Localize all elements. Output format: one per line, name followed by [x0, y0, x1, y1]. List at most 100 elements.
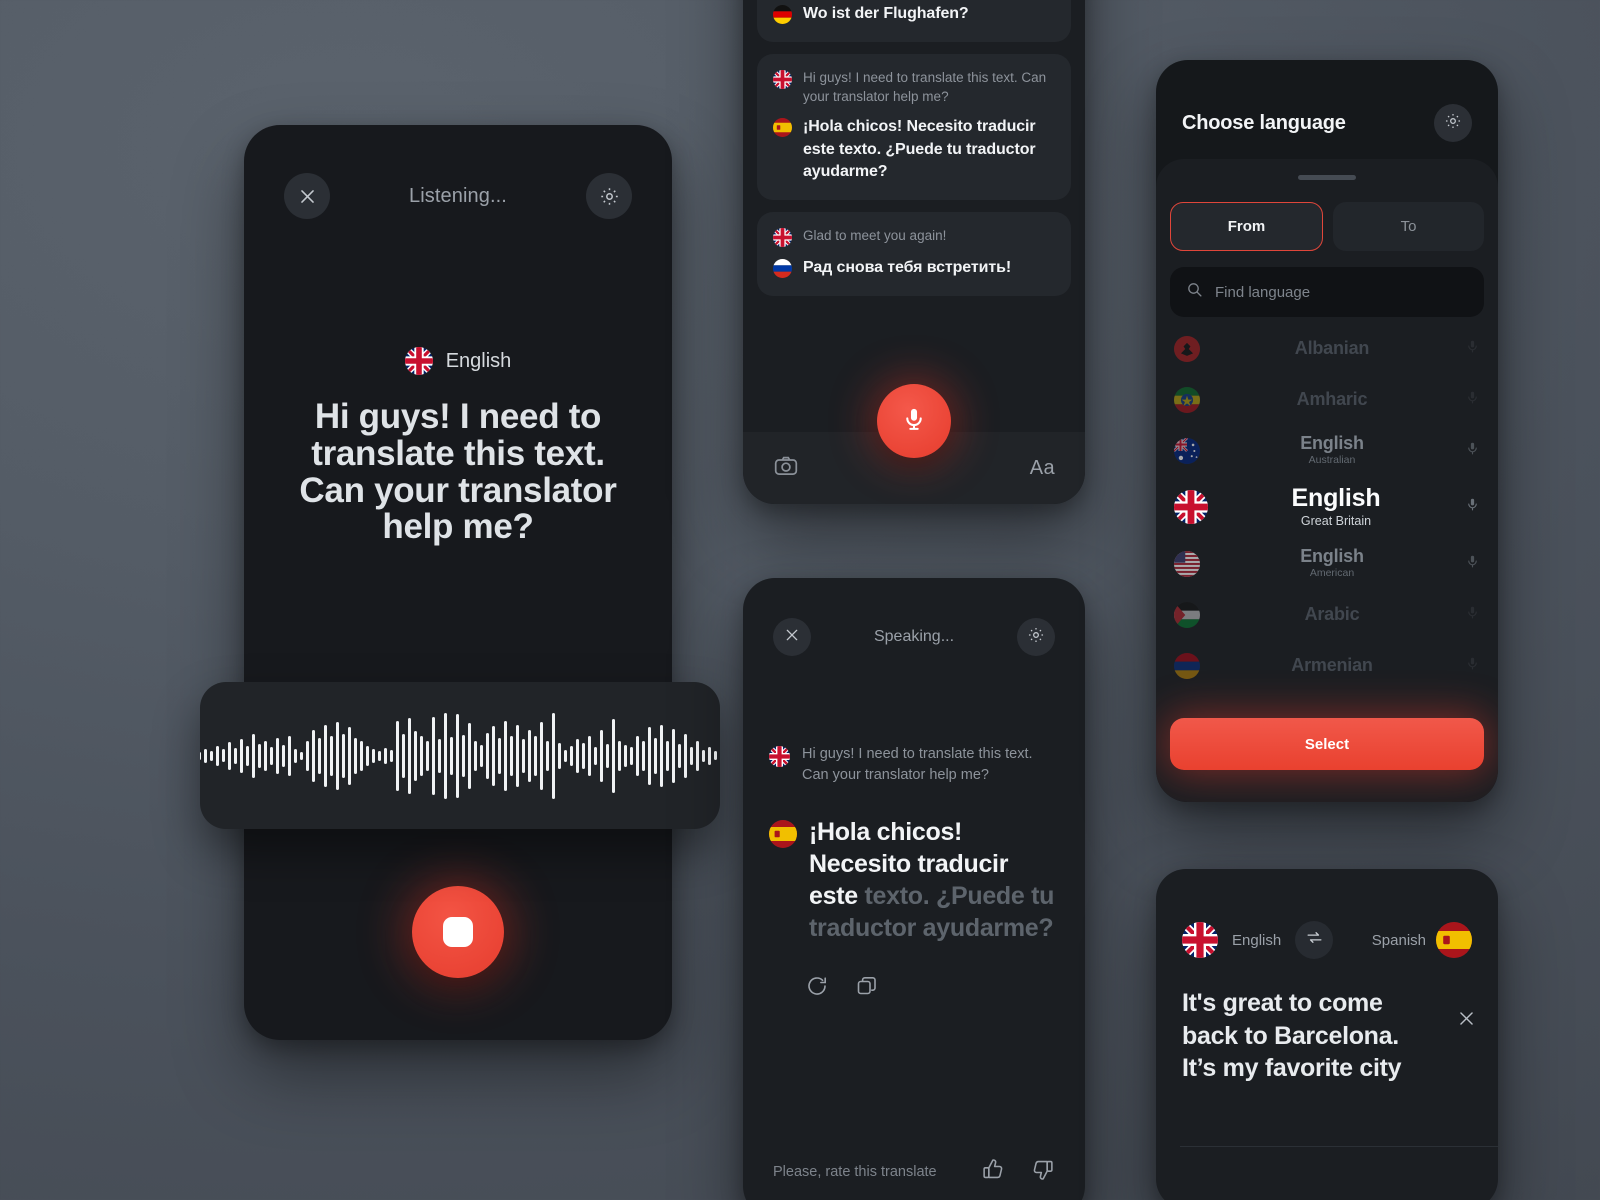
close-button[interactable] — [773, 618, 811, 656]
settings-button[interactable] — [586, 173, 632, 219]
language-name: English — [1300, 545, 1364, 566]
language-list-item[interactable]: English American — [1156, 538, 1498, 589]
waveform-bar — [527, 729, 531, 782]
waveform-bar — [269, 746, 273, 765]
waveform-bar — [491, 725, 495, 786]
waveform-bar — [443, 712, 447, 799]
rate-label: Please, rate this translate — [773, 1164, 937, 1180]
language-variant: Australian — [1308, 453, 1356, 466]
waveform-bar — [419, 735, 423, 776]
waveform-bar — [497, 737, 501, 774]
close-button[interactable] — [284, 173, 330, 219]
language-list[interactable]: Albanian Amharic English Australian English G… — [1156, 323, 1498, 691]
waveform-bar — [341, 733, 345, 778]
language-mic-slot[interactable] — [1464, 554, 1480, 574]
language-list-item[interactable]: English Great Britain — [1156, 476, 1498, 538]
select-button[interactable]: Select — [1170, 718, 1484, 770]
waveform-bar — [617, 740, 621, 771]
flag-am-icon — [1174, 652, 1200, 679]
waveform-bar — [359, 740, 363, 771]
bubble-target-text: ¡Hola chicos! Necesito traducir este tex… — [803, 118, 1036, 181]
mic-record-button[interactable] — [877, 384, 951, 458]
language-mic-slot[interactable] — [1464, 441, 1480, 461]
conversation-bubble[interactable]: Where is the airport? Wo ist der Flughaf… — [757, 0, 1071, 42]
microphone-icon — [1465, 605, 1480, 625]
close-button[interactable] — [1457, 1009, 1476, 1033]
language-mic-slot — [1464, 390, 1480, 410]
microphone-icon[interactable] — [1465, 497, 1480, 517]
bubble-target-line: Рад снова тебя встретить! — [773, 257, 1055, 280]
close-icon — [784, 627, 800, 648]
tab-to[interactable]: To — [1333, 202, 1484, 251]
waveform-bar — [545, 740, 549, 771]
flag-gb-icon[interactable] — [1182, 922, 1218, 958]
phone-choose-language-screen: Choose language From To AlbanianAmh — [1156, 60, 1498, 802]
waveform-bar — [539, 721, 543, 790]
language-sheet: From To AlbanianAmharicEnglishAustralian… — [1156, 159, 1498, 802]
waveform-bar — [485, 732, 489, 779]
refresh-icon[interactable] — [805, 974, 829, 1003]
phone-conversation-screen: Where is the airport? Wo ist der Flughaf… — [743, 0, 1085, 504]
microphone-icon[interactable] — [1465, 441, 1480, 461]
sheet-grabber[interactable] — [1298, 175, 1356, 180]
waveform-bar — [581, 742, 585, 769]
waveform-bar — [371, 748, 375, 763]
conversation-bubble[interactable]: Glad to meet you again! Рад снова тебя в… — [757, 212, 1071, 296]
conversation-list[interactable]: Where is the airport? Wo ist der Flughaf… — [743, 0, 1085, 296]
source-language-chip[interactable]: English — [244, 347, 672, 375]
waveform-bar — [599, 729, 603, 782]
language-search-box[interactable] — [1170, 267, 1484, 317]
settings-button[interactable] — [1017, 618, 1055, 656]
phone-speaking-screen: Speaking... Hi guys! I need to translate… — [743, 578, 1085, 1200]
waveform-bar — [563, 749, 567, 762]
waveform-bar — [203, 748, 207, 763]
waveform-bar — [575, 738, 579, 773]
search-input[interactable] — [1215, 283, 1468, 301]
conversation-bubble[interactable]: Hi guys! I need to translate this text. … — [757, 53, 1071, 201]
card-divider — [1180, 1146, 1498, 1147]
language-mic-slot[interactable] — [1464, 497, 1480, 517]
settings-button[interactable] — [1434, 104, 1472, 142]
language-list-item[interactable]: Armenian — [1156, 640, 1498, 691]
microphone-icon[interactable] — [1465, 554, 1480, 574]
waveform-bar — [209, 750, 213, 761]
flag-gb-icon — [773, 69, 792, 89]
camera-icon[interactable] — [773, 453, 799, 484]
language-label-group: Armenian — [1200, 656, 1464, 675]
language-label-group: Albanian — [1200, 339, 1464, 358]
waveform-bar — [353, 737, 357, 774]
speaking-target-row: ¡Hola chicos! Necesito traducir este tex… — [769, 816, 1059, 944]
language-list-item[interactable]: Albanian — [1156, 323, 1498, 374]
audio-waveform — [200, 696, 720, 816]
copy-icon[interactable] — [855, 974, 879, 1003]
waveform-bar — [449, 736, 453, 775]
thumbs-down-icon[interactable] — [1030, 1157, 1055, 1187]
language-label-group: English American — [1200, 545, 1464, 581]
language-list-item[interactable]: Amharic — [1156, 374, 1498, 425]
waveform-bar — [431, 716, 435, 795]
stop-record-button[interactable] — [412, 886, 504, 978]
swap-languages-button[interactable] — [1295, 921, 1334, 959]
language-variant: Great Britain — [1300, 513, 1372, 528]
waveform-bar — [503, 720, 507, 791]
text-mode-button[interactable]: Aa — [1030, 457, 1055, 480]
tab-from[interactable]: From — [1170, 202, 1323, 251]
waveform-bar — [293, 748, 297, 763]
waveform-bar — [479, 744, 483, 767]
flag-es-icon[interactable] — [1436, 922, 1472, 958]
waveform-bar — [389, 749, 393, 762]
target-language-label[interactable]: Spanish — [1372, 932, 1426, 949]
waveform-bar — [713, 751, 717, 760]
flag-es-icon — [773, 118, 792, 138]
waveform-bar — [329, 735, 333, 776]
thumbs-up-icon[interactable] — [981, 1157, 1006, 1187]
speaking-actions — [805, 974, 1085, 1003]
waveform-bar — [533, 735, 537, 776]
translate-result-card: English Spanish It's great to come back … — [1156, 869, 1498, 1200]
language-list-item[interactable]: Arabic — [1156, 589, 1498, 640]
language-label-group: Arabic — [1200, 605, 1464, 624]
close-icon — [1457, 1012, 1476, 1032]
source-language-label[interactable]: English — [1232, 932, 1281, 949]
language-list-item[interactable]: English Australian — [1156, 425, 1498, 476]
gear-icon — [1027, 626, 1045, 649]
